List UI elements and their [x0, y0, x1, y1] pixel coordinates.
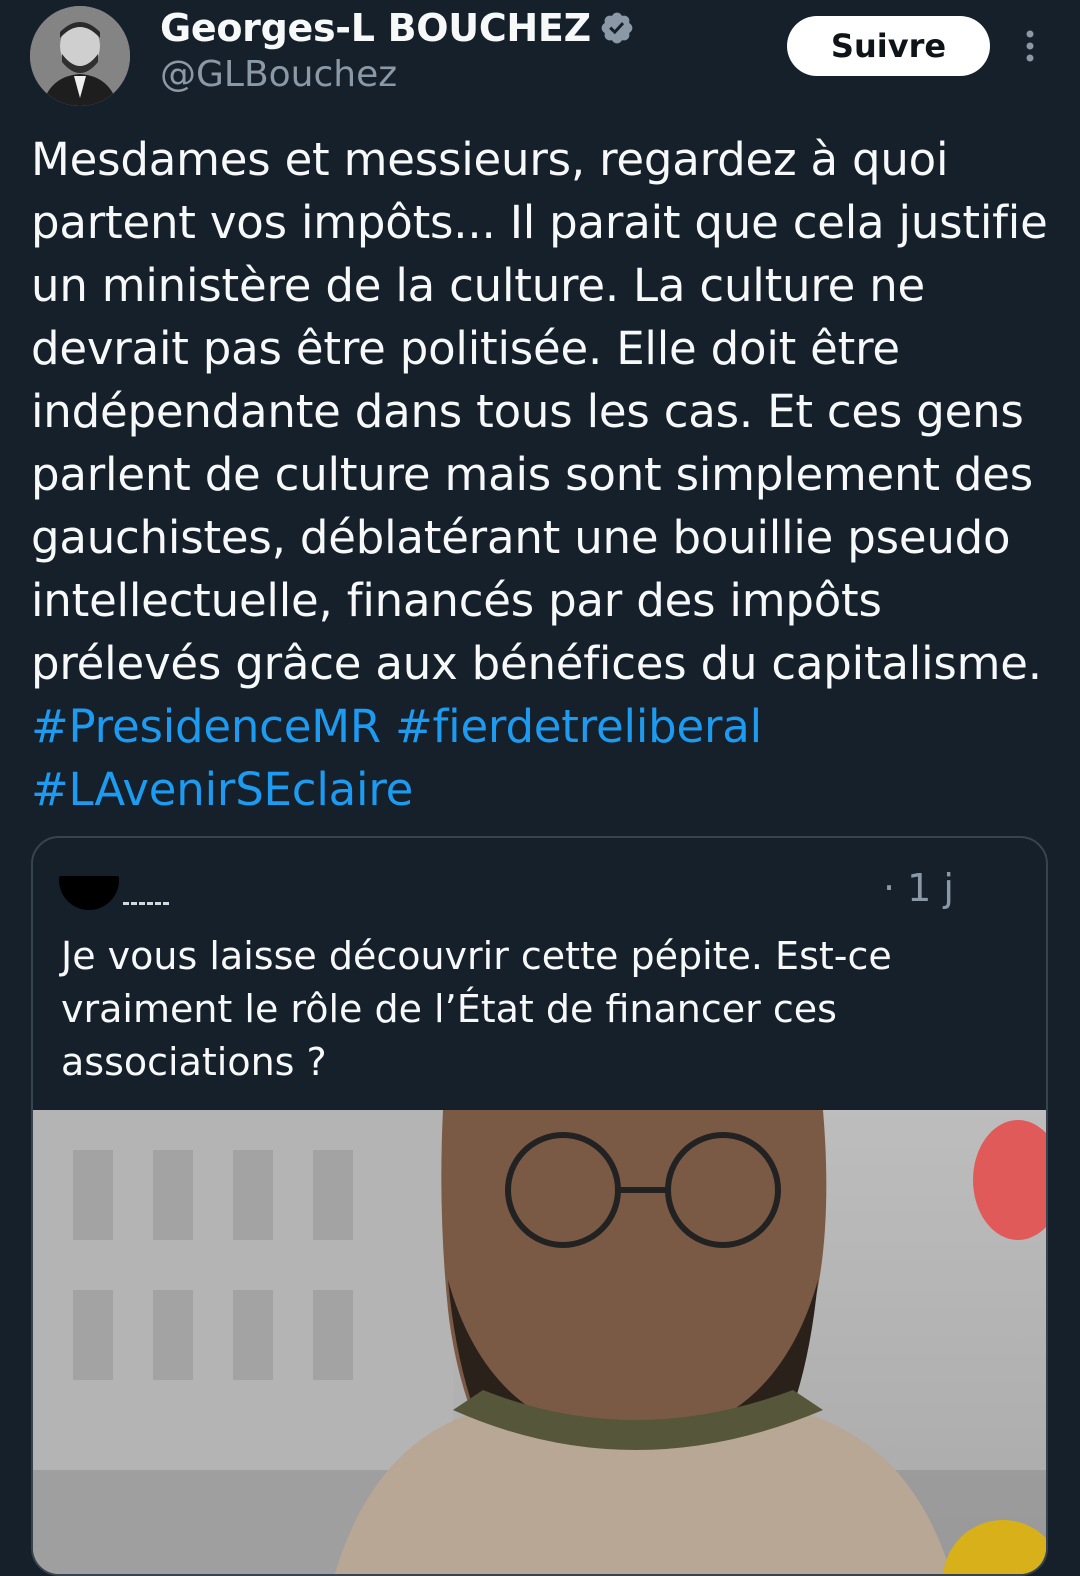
- quoted-tweet-text: Je vous laisse découvrir cette pépite. E…: [61, 934, 892, 1084]
- author-name-row[interactable]: Georges-L BOUCHEZ: [160, 4, 635, 52]
- quoted-tweet-time[interactable]: · 1 j: [883, 866, 954, 910]
- follow-button[interactable]: Suivre: [787, 16, 990, 76]
- tweet-body: Mesdames et messieurs, regardez à quoi p…: [31, 133, 1048, 690]
- author-display-name[interactable]: Georges-L BOUCHEZ: [160, 6, 591, 50]
- quoted-tweet-card[interactable]: · 1 j Je vous laisse découvrir cette pép…: [31, 836, 1048, 1576]
- author-avatar[interactable]: [30, 6, 130, 106]
- quoted-author-name-redacted: [123, 898, 169, 905]
- video-thumbnail-icon: [33, 1110, 1046, 1574]
- vertical-ellipsis-icon[interactable]: [1016, 26, 1044, 66]
- quoted-tweet-media[interactable]: [33, 1110, 1046, 1574]
- tweet-text: Mesdames et messieurs, regardez à quoi p…: [31, 128, 1061, 821]
- verified-badge-icon: [601, 12, 633, 44]
- hashtag-link[interactable]: #LAvenirSEclaire: [31, 763, 413, 816]
- author-handle[interactable]: @GLBouchez: [160, 54, 397, 95]
- hashtag-link[interactable]: #PresidenceMR: [31, 700, 381, 753]
- hashtag-link[interactable]: #fierdetreliberal: [395, 700, 762, 753]
- profile-photo-icon: [30, 6, 130, 106]
- quoted-author-avatar-redacted[interactable]: [59, 876, 119, 910]
